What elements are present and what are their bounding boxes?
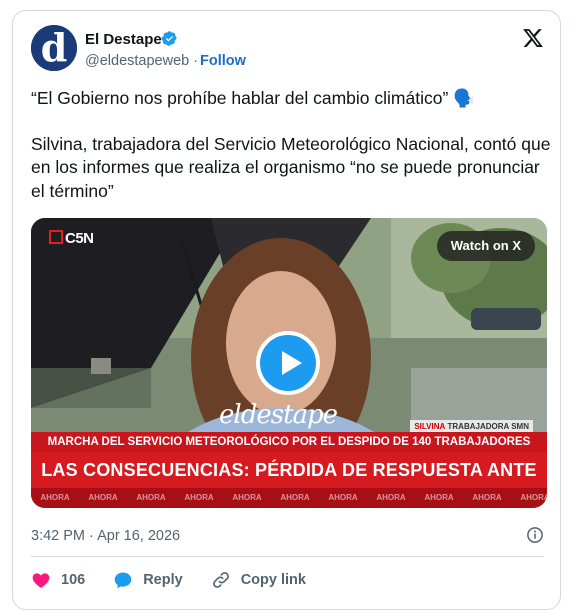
tweet-card: d El Destape @eldestapeweb · Follow “El … bbox=[12, 10, 561, 610]
reply-button[interactable]: Reply bbox=[113, 570, 183, 590]
play-icon bbox=[282, 351, 302, 375]
tweet-line-body: Silvina, trabajadora del Servicio Meteor… bbox=[31, 133, 551, 201]
ticker-item: AHORA bbox=[40, 493, 70, 502]
watermark: eldestape bbox=[219, 400, 338, 430]
link-icon bbox=[212, 572, 229, 588]
follow-button[interactable]: Follow bbox=[200, 53, 246, 69]
svg-text:d: d bbox=[41, 25, 68, 70]
ticker-item: AHORA bbox=[136, 493, 166, 502]
timestamp[interactable]: 3:42 PM · Apr 16, 2026 bbox=[31, 528, 180, 544]
author-name[interactable]: El Destape bbox=[85, 31, 162, 48]
tweet-text: “El Gobierno nos prohíbe hablar del camb… bbox=[31, 87, 551, 203]
ticker: AHORA AHORA AHORA AHORA AHORA AHORA AHORA AHORA… bbox=[31, 488, 547, 508]
x-logo-icon[interactable] bbox=[522, 27, 544, 49]
channel-logo: C5N bbox=[49, 230, 94, 247]
reply-label: Reply bbox=[143, 572, 183, 588]
ticker-item: AHORA bbox=[424, 493, 454, 502]
ticker-item: AHORA bbox=[376, 493, 406, 502]
reply-bubble-icon bbox=[114, 572, 132, 589]
play-button[interactable] bbox=[256, 331, 320, 395]
ticker-item: AHORA bbox=[232, 493, 262, 502]
avatar[interactable]: d bbox=[31, 25, 77, 71]
action-bar: 106 Reply Copy link bbox=[31, 569, 334, 591]
video-player[interactable]: C5N Watch on X eldestape SILVINA TRABAJA… bbox=[31, 218, 547, 508]
heart-icon bbox=[32, 573, 50, 588]
like-button[interactable]: 106 bbox=[31, 570, 85, 590]
ticker-item: AHORA bbox=[184, 493, 214, 502]
copy-link-label: Copy link bbox=[240, 572, 306, 588]
copy-link-button[interactable]: Copy link bbox=[211, 570, 306, 590]
ticker-item: AHORA bbox=[280, 493, 310, 502]
divider bbox=[31, 556, 544, 557]
headline-small: MARCHA DEL SERVICIO METEOROLÓGICO POR EL… bbox=[31, 432, 547, 452]
ticker-item: AHORA bbox=[88, 493, 118, 502]
author-handle[interactable]: @eldestapeweb · bbox=[85, 53, 198, 69]
ticker-item: AHORA bbox=[328, 493, 358, 502]
headline-big: LAS CONSECUENCIAS: PÉRDIDA DE RESPUESTA … bbox=[31, 452, 547, 508]
tweet-line-quote: “El Gobierno nos prohíbe hablar del camb… bbox=[31, 88, 475, 108]
like-count: 106 bbox=[61, 572, 86, 588]
ticker-item: AHORA bbox=[520, 493, 547, 502]
verified-badge-icon bbox=[161, 31, 177, 46]
info-icon[interactable] bbox=[526, 526, 544, 544]
ticker-item: AHORA bbox=[472, 493, 502, 502]
watch-on-x-button[interactable]: Watch on X bbox=[436, 231, 535, 261]
